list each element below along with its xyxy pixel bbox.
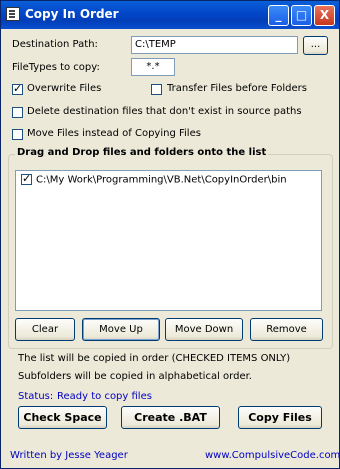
delete-dest-checkbox[interactable] [12, 107, 23, 118]
destination-path-input[interactable]: C:\TEMP [131, 36, 298, 54]
browse-button[interactable]: ... [303, 36, 328, 55]
list-item-path: C:\My Work\Programming\VB.Net\CopyInOrde… [36, 174, 287, 186]
status-value: Ready to copy files [57, 391, 152, 402]
website-link[interactable]: www.CompulsiveCode.com [205, 450, 340, 461]
overwrite-checkbox[interactable] [12, 82, 23, 95]
remove-button[interactable]: Remove [250, 318, 323, 341]
status-label: Status: [18, 391, 54, 402]
transfer-first-checkbox[interactable] [151, 84, 162, 95]
destination-label: Destination Path: [12, 39, 98, 50]
copy-files-button[interactable]: Copy Files [238, 406, 322, 429]
check-space-button[interactable]: Check Space [18, 406, 107, 429]
title-bar[interactable]: Copy In Order _ □ X [1, 1, 339, 29]
move-files-checkbox[interactable] [12, 129, 23, 140]
move-up-button[interactable]: Move Up [82, 318, 160, 341]
minimize-button[interactable]: _ [268, 5, 289, 26]
create-bat-button[interactable]: Create .BAT [121, 406, 220, 429]
move-down-button[interactable]: Move Down [165, 318, 243, 341]
maximize-button[interactable]: □ [291, 5, 312, 26]
list-group-title: Drag and Drop files and folders onto the… [15, 147, 269, 158]
note-subfolders: Subfolders will be copied in alphabetica… [18, 371, 252, 382]
list-item-checkbox[interactable] [21, 172, 32, 185]
close-button[interactable]: X [314, 5, 335, 26]
app-window: Copy In Order _ □ X Destination Path: C:… [0, 0, 340, 469]
list-item[interactable]: C:\My Work\Programming\VB.Net\CopyInOrde… [21, 172, 287, 186]
note-checked-items: The list will be copied in order (CHECKE… [18, 353, 291, 364]
transfer-first-label: Transfer Files before Folders [167, 83, 307, 94]
file-list[interactable]: C:\My Work\Programming\VB.Net\CopyInOrde… [15, 170, 322, 311]
filetypes-input[interactable]: *.* [131, 58, 175, 76]
filetypes-label: FileTypes to copy: [12, 62, 100, 73]
move-files-label: Move Files instead of Copying Files [27, 128, 201, 139]
clear-button[interactable]: Clear [15, 318, 75, 341]
author-link[interactable]: Written by Jesse Yeager [10, 450, 128, 461]
window-title: Copy In Order [25, 7, 119, 21]
delete-dest-label: Delete destination files that don't exis… [27, 106, 302, 117]
app-icon [6, 7, 20, 21]
overwrite-label: Overwrite Files [27, 83, 102, 94]
